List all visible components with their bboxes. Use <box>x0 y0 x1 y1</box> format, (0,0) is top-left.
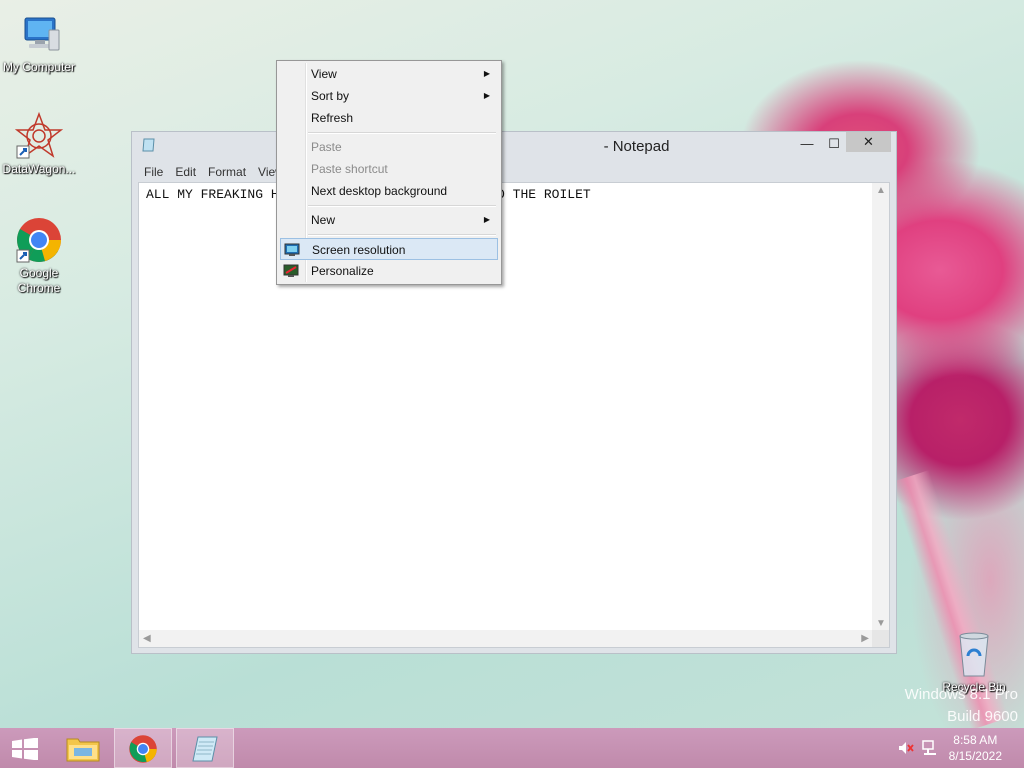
desktop-icon-my-computer[interactable]: My Computer <box>0 10 78 75</box>
scroll-up-icon[interactable]: ▲ <box>876 185 886 196</box>
size-grip[interactable] <box>872 630 889 647</box>
menu-item-paste-shortcut[interactable]: Paste shortcut <box>280 158 498 180</box>
maximize-button[interactable]: ☐ <box>824 134 844 154</box>
menu-item-next-desktop-background[interactable]: Next desktop background <box>280 180 498 202</box>
windows-logo-icon <box>12 738 38 760</box>
menu-item-new[interactable]: New ▶ <box>280 209 498 231</box>
computer-icon <box>15 10 63 58</box>
os-watermark-edition: Windows 8.1 Pro <box>904 686 1018 703</box>
menu-item-refresh[interactable]: Refresh <box>280 107 498 129</box>
desktop-context-menu: View ▶ Sort by ▶ Refresh Paste Paste sho… <box>276 60 502 285</box>
menu-format[interactable]: Format <box>202 162 252 182</box>
datawagon-icon <box>14 111 64 160</box>
taskbar-google-chrome[interactable] <box>114 728 172 768</box>
desktop-icon-label: My Computer <box>2 60 76 74</box>
scroll-left-icon[interactable]: ◀ <box>143 633 151 644</box>
taskbar: 8:58 AM 8/15/2022 <box>0 728 1024 768</box>
clock-date: 8/15/2022 <box>948 749 1002 763</box>
title-bar[interactable]: - Notepad — ☐ ✕ <box>132 132 896 160</box>
menu-item-sort-by[interactable]: Sort by ▶ <box>280 85 498 107</box>
menu-edit[interactable]: Edit <box>169 162 202 182</box>
horizontal-scrollbar[interactable]: ◀ ▶ <box>139 630 873 647</box>
recycle-bin-icon <box>954 630 994 678</box>
submenu-arrow-icon: ▶ <box>483 91 490 100</box>
minimize-button[interactable]: — <box>797 134 817 154</box>
vertical-scrollbar[interactable]: ▲ ▼ <box>872 183 889 631</box>
desktop-icon-datawagon[interactable]: DataWagon... <box>0 111 78 177</box>
notepad-icon <box>192 736 218 762</box>
scroll-right-icon[interactable]: ▶ <box>861 633 869 644</box>
menu-file[interactable]: File <box>138 162 169 182</box>
menu-item-view[interactable]: View ▶ <box>280 63 498 85</box>
text-editor[interactable]: ALL MY FREAKING H NTO THE ROILET ▲ ▼ ◀ ▶ <box>138 182 890 648</box>
desktop[interactable]: My Computer DataWagon... Google Chrome R… <box>0 0 1024 730</box>
taskbar-file-explorer[interactable] <box>54 728 112 768</box>
taskbar-notepad[interactable] <box>176 728 234 768</box>
start-button[interactable] <box>0 728 48 768</box>
scroll-down-icon[interactable]: ▼ <box>876 618 886 629</box>
chrome-icon <box>129 735 157 763</box>
menu-separator <box>308 132 496 134</box>
folder-icon <box>66 738 100 762</box>
menu-bar: File Edit Format View <box>138 162 290 182</box>
display-settings-icon <box>284 242 300 256</box>
menu-separator <box>308 205 496 207</box>
desktop-icon-label: Google Chrome <box>17 266 61 295</box>
submenu-arrow-icon: ▶ <box>483 69 490 78</box>
notepad-window[interactable]: - Notepad — ☐ ✕ File Edit Format View ALL M… <box>131 131 897 654</box>
close-button[interactable]: ✕ <box>846 132 891 152</box>
menu-item-screen-resolution[interactable]: Screen resolution <box>280 238 498 260</box>
volume-muted-icon[interactable] <box>898 740 914 756</box>
system-clock[interactable]: 8:58 AM 8/15/2022 <box>949 732 1002 764</box>
submenu-arrow-icon: ▶ <box>483 215 490 224</box>
menu-separator <box>308 234 496 236</box>
clock-time: 8:58 AM <box>953 733 998 747</box>
network-icon[interactable] <box>922 740 938 756</box>
menu-item-paste[interactable]: Paste <box>280 136 498 158</box>
chrome-icon <box>15 216 63 264</box>
desktop-icon-label: DataWagon... <box>2 162 76 176</box>
menu-item-personalize[interactable]: Personalize <box>280 260 498 282</box>
os-watermark-build: Build 9600 <box>947 708 1018 725</box>
personalize-icon <box>283 263 299 277</box>
desktop-icon-google-chrome[interactable]: Google Chrome <box>0 216 78 296</box>
